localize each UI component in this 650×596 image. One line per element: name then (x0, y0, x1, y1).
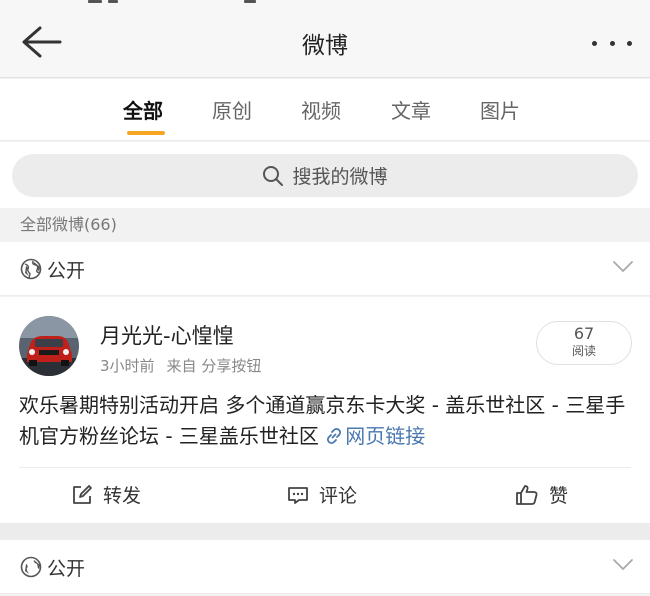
globe-icon (20, 258, 42, 280)
like-button[interactable]: 赞 (515, 481, 568, 508)
reads-label: 阅读 (571, 344, 596, 358)
author-name[interactable]: 月光光-心惶惶 (100, 320, 234, 350)
tab-video[interactable]: 视频 (301, 95, 341, 124)
repost-button[interactable]: 转发 (71, 481, 141, 508)
search-input[interactable]: 搜我的微博 (12, 154, 638, 197)
post-time: 3小时前 (100, 357, 155, 375)
post-card[interactable]: 月光光-心惶惶 3小时前 来自 分享按钮 67 阅读 欢乐暑期特别活动开启 多个通… (0, 297, 650, 523)
page-title: 微博 (302, 33, 348, 59)
comment-icon (288, 486, 308, 504)
tab-pictures[interactable]: 图片 (480, 95, 520, 124)
reads-counter[interactable]: 67 阅读 (536, 321, 632, 365)
more-options-button[interactable] (592, 36, 632, 50)
thumbs-up-icon (516, 484, 538, 505)
chevron-down-icon (613, 261, 633, 272)
visibility-row[interactable]: 公开 (0, 540, 650, 594)
reads-count: 67 (573, 324, 595, 343)
visibility-label: 公开 (47, 260, 86, 282)
chevron-down-icon (613, 559, 633, 570)
search-section: 搜我的微博 (0, 142, 650, 208)
visibility-row[interactable]: 公开 (0, 242, 650, 296)
tab-all[interactable]: 全部 (123, 95, 163, 124)
post-text: 欢乐暑期特别活动开启 多个通道赢京东卡大奖 - 盖乐世社区 - 三星手机官方粉丝… (19, 393, 626, 448)
car-avatar-image (19, 316, 79, 376)
post-body: 欢乐暑期特别活动开启 多个通道赢京东卡大奖 - 盖乐世社区 - 三星手机官方粉丝… (19, 390, 639, 452)
like-label: 赞 (549, 485, 569, 507)
web-link[interactable]: 网页链接 (325, 424, 425, 448)
weibo-my-posts-page: 微博 全部 原创 视频 文章 图片 搜我的微博 全部微博(66) 公开 月光光-… (0, 0, 650, 596)
edit-icon (73, 484, 92, 504)
tab-articles[interactable]: 文章 (391, 95, 431, 124)
comment-button[interactable]: 评论 (287, 481, 357, 508)
top-navigation-bar: 微博 (0, 8, 650, 78)
tab-original[interactable]: 原创 (212, 95, 252, 124)
avatar[interactable] (19, 316, 79, 376)
more-dots-icon (592, 40, 597, 46)
search-icon (263, 165, 284, 186)
post-count-label: 全部微博(66) (0, 208, 650, 241)
repost-label: 转发 (103, 485, 142, 507)
comment-label: 评论 (319, 485, 358, 507)
post-meta: 3小时前 来自 分享按钮 (100, 355, 261, 376)
search-placeholder: 搜我的微博 (292, 166, 388, 188)
web-link-label: 网页链接 (345, 424, 426, 448)
globe-icon (20, 556, 42, 578)
status-icon (88, 0, 102, 3)
visibility-label: 公开 (47, 558, 86, 580)
link-icon (327, 427, 342, 445)
filter-tabs: 全部 原创 视频 文章 图片 (0, 79, 650, 141)
active-tab-indicator (127, 131, 165, 135)
status-icon (244, 0, 256, 3)
post-source: 来自 分享按钮 (166, 357, 262, 375)
more-dots-icon (627, 40, 632, 46)
status-bar (0, 0, 650, 8)
post-actions: 转发 评论 赞 (19, 467, 631, 523)
more-dots-icon (609, 40, 615, 46)
status-icon (108, 0, 118, 3)
section-divider (0, 523, 650, 540)
